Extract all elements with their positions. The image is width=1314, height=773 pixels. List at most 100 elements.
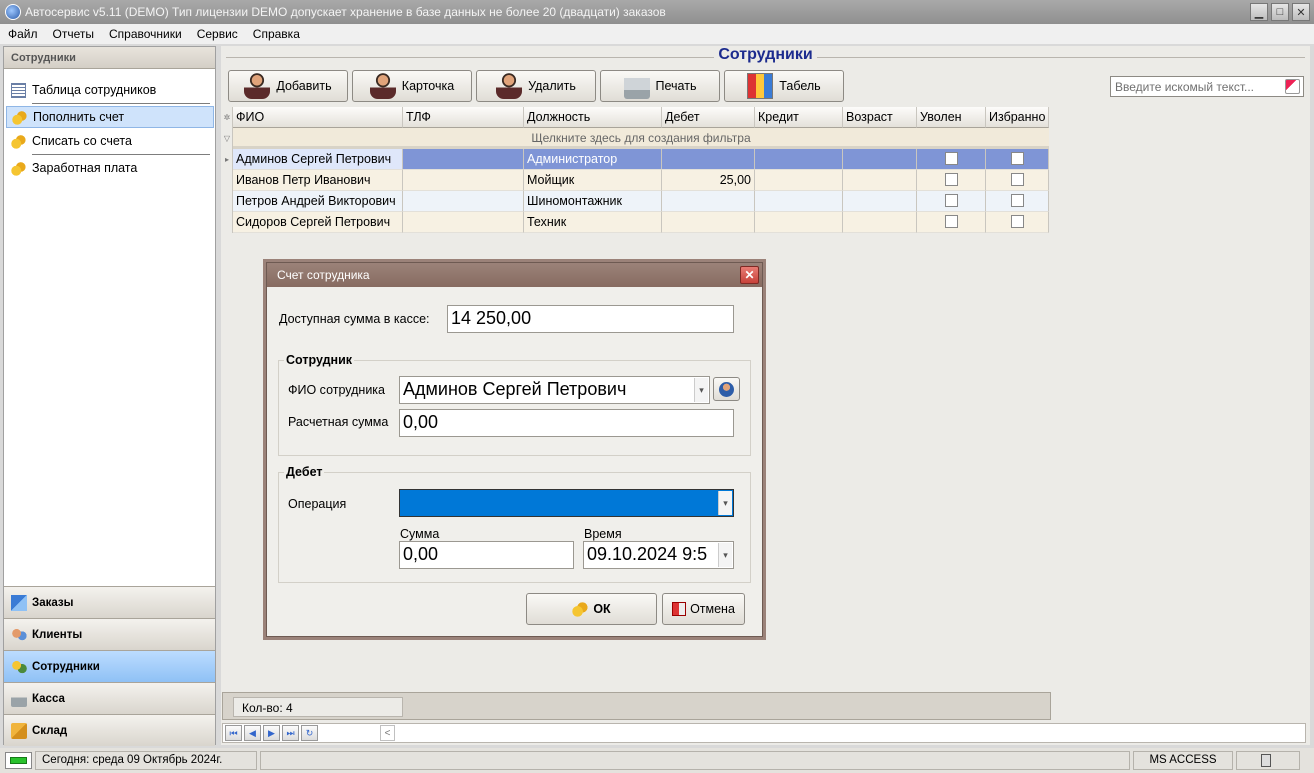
calc-sum-field[interactable]: 0,00 bbox=[399, 409, 734, 437]
cell-phone[interactable] bbox=[403, 191, 524, 212]
cell-age[interactable] bbox=[843, 212, 917, 233]
favorite-checkbox[interactable] bbox=[1010, 152, 1024, 165]
sum-label: Сумма bbox=[400, 527, 440, 541]
minimize-button[interactable]: ▁ bbox=[1250, 3, 1268, 21]
cell-age[interactable] bbox=[843, 170, 917, 191]
menu-help[interactable]: Справка bbox=[245, 27, 307, 41]
filter-row[interactable]: ▽ Щелкните здесь для создания фильтра bbox=[222, 128, 1051, 149]
cancel-button[interactable]: Отмена bbox=[662, 593, 745, 625]
cell-credit[interactable] bbox=[755, 170, 843, 191]
cell-age[interactable] bbox=[843, 149, 917, 170]
cell-name[interactable]: Иванов Петр Иванович bbox=[233, 170, 403, 191]
debit-group-title: Дебет bbox=[284, 465, 325, 479]
ok-button[interactable]: ОК bbox=[526, 593, 657, 625]
cell-position[interactable]: Шиномонтажник bbox=[524, 191, 662, 212]
delete-button[interactable]: Удалить bbox=[476, 70, 596, 102]
nav-cash[interactable]: Касса bbox=[4, 682, 215, 714]
col-debit[interactable]: Дебет bbox=[662, 107, 755, 128]
cell-name[interactable]: Петров Андрей Викторович bbox=[233, 191, 403, 212]
table-row[interactable]: Иванов Петр Иванович Мойщик 25,00 bbox=[222, 170, 1051, 191]
cell-debit[interactable] bbox=[662, 149, 755, 170]
add-button[interactable]: Добавить bbox=[228, 70, 348, 102]
cell-position[interactable]: Администратор bbox=[524, 149, 662, 170]
sidebar-link-write-off[interactable]: Списать со счета bbox=[6, 130, 214, 152]
menu-service[interactable]: Сервис bbox=[189, 27, 245, 41]
favorite-checkbox[interactable] bbox=[1010, 215, 1024, 228]
col-favorite[interactable]: Избранно bbox=[986, 107, 1049, 128]
table-row[interactable]: ▸ Админов Сергей Петрович Администратор bbox=[222, 149, 1051, 170]
scroll-left-button[interactable]: < bbox=[380, 725, 395, 741]
nav-orders[interactable]: Заказы bbox=[4, 586, 215, 618]
nav-warehouse[interactable]: Склад bbox=[4, 714, 215, 746]
sidebar-link-employee-table[interactable]: Таблица сотрудников bbox=[6, 79, 214, 101]
count-bar: Кол-во: 4 bbox=[222, 692, 1051, 720]
filter-hint[interactable]: Щелкните здесь для создания фильтра bbox=[233, 128, 1049, 149]
first-record-button[interactable]: ⏮ bbox=[225, 725, 242, 741]
cell-credit[interactable] bbox=[755, 191, 843, 212]
cell-phone[interactable] bbox=[403, 212, 524, 233]
cell-name[interactable]: Админов Сергей Петрович bbox=[233, 149, 403, 170]
cell-credit[interactable] bbox=[755, 212, 843, 233]
search-input[interactable]: Введите искомый текст... bbox=[1110, 76, 1304, 97]
coins-icon bbox=[572, 601, 589, 617]
sum-field[interactable]: 0,00 bbox=[399, 541, 574, 569]
col-name[interactable]: ФИО bbox=[233, 107, 403, 128]
cell-position[interactable]: Мойщик bbox=[524, 170, 662, 191]
nav-employees[interactable]: Сотрудники bbox=[4, 650, 215, 682]
cell-age[interactable] bbox=[843, 191, 917, 212]
sidebar-link-top-up[interactable]: Пополнить счет bbox=[6, 106, 214, 128]
table-row[interactable]: Петров Андрей Викторович Шиномонтажник bbox=[222, 191, 1051, 212]
menu-file[interactable]: Файл bbox=[0, 27, 45, 41]
next-record-button[interactable]: ▶ bbox=[263, 725, 280, 741]
nav-label: Заказы bbox=[32, 596, 74, 609]
available-sum-field[interactable]: 14 250,00 bbox=[447, 305, 734, 333]
chevron-down-icon[interactable]: ▾ bbox=[694, 378, 708, 402]
operation-select[interactable]: ▾ bbox=[399, 489, 734, 517]
employee-select[interactable]: Админов Сергей Петрович ▾ bbox=[399, 376, 710, 404]
cell-fired bbox=[917, 170, 986, 191]
close-button[interactable]: ✕ bbox=[1292, 3, 1310, 21]
cell-position[interactable]: Техник bbox=[524, 212, 662, 233]
cell-name[interactable]: Сидоров Сергей Петрович bbox=[233, 212, 403, 233]
cell-phone[interactable] bbox=[403, 170, 524, 191]
menu-reports[interactable]: Отчеты bbox=[45, 27, 101, 41]
favorite-checkbox[interactable] bbox=[1010, 173, 1024, 186]
clear-search-icon[interactable] bbox=[1285, 79, 1300, 94]
card-button[interactable]: Карточка bbox=[352, 70, 472, 102]
col-phone[interactable]: ТЛФ bbox=[403, 107, 524, 128]
col-fired[interactable]: Уволен bbox=[917, 107, 986, 128]
favorite-checkbox[interactable] bbox=[1010, 194, 1024, 207]
fired-checkbox[interactable] bbox=[944, 173, 958, 186]
dialog-close-button[interactable]: ✕ bbox=[740, 266, 759, 284]
cell-debit[interactable] bbox=[662, 212, 755, 233]
refresh-button[interactable]: ↻ bbox=[301, 725, 318, 741]
prev-record-button[interactable]: ◀ bbox=[244, 725, 261, 741]
print-button[interactable]: Печать bbox=[600, 70, 720, 102]
fired-checkbox[interactable] bbox=[944, 152, 958, 165]
table-row[interactable]: Сидоров Сергей Петрович Техник bbox=[222, 212, 1051, 233]
timesheet-button[interactable]: Табель bbox=[724, 70, 844, 102]
col-age[interactable]: Возраст bbox=[843, 107, 917, 128]
last-record-button[interactable]: ⏭ bbox=[282, 725, 299, 741]
employee-name-label: ФИО сотрудника bbox=[288, 383, 385, 397]
maximize-button[interactable]: □ bbox=[1271, 3, 1289, 21]
chevron-down-icon[interactable]: ▾ bbox=[718, 543, 732, 567]
time-picker[interactable]: 09.10.2024 9:5 ▾ bbox=[583, 541, 734, 569]
fired-checkbox[interactable] bbox=[944, 215, 958, 228]
cell-debit[interactable] bbox=[662, 191, 755, 212]
menu-references[interactable]: Справочники bbox=[101, 27, 189, 41]
cell-debit[interactable]: 25,00 bbox=[662, 170, 755, 191]
sidebar-divider bbox=[32, 103, 210, 104]
time-label: Время bbox=[584, 527, 622, 541]
col-position[interactable]: Должность bbox=[524, 107, 662, 128]
chevron-down-icon[interactable]: ▾ bbox=[718, 491, 732, 515]
col-credit[interactable]: Кредит bbox=[755, 107, 843, 128]
open-employee-button[interactable] bbox=[713, 377, 740, 401]
sidebar-link-salary[interactable]: Заработная плата bbox=[6, 157, 214, 179]
nav-clients[interactable]: Клиенты bbox=[4, 618, 215, 650]
cell-fired bbox=[917, 191, 986, 212]
cell-credit[interactable] bbox=[755, 149, 843, 170]
cell-phone[interactable] bbox=[403, 149, 524, 170]
fired-checkbox[interactable] bbox=[944, 194, 958, 207]
cell-favorite bbox=[986, 149, 1049, 170]
